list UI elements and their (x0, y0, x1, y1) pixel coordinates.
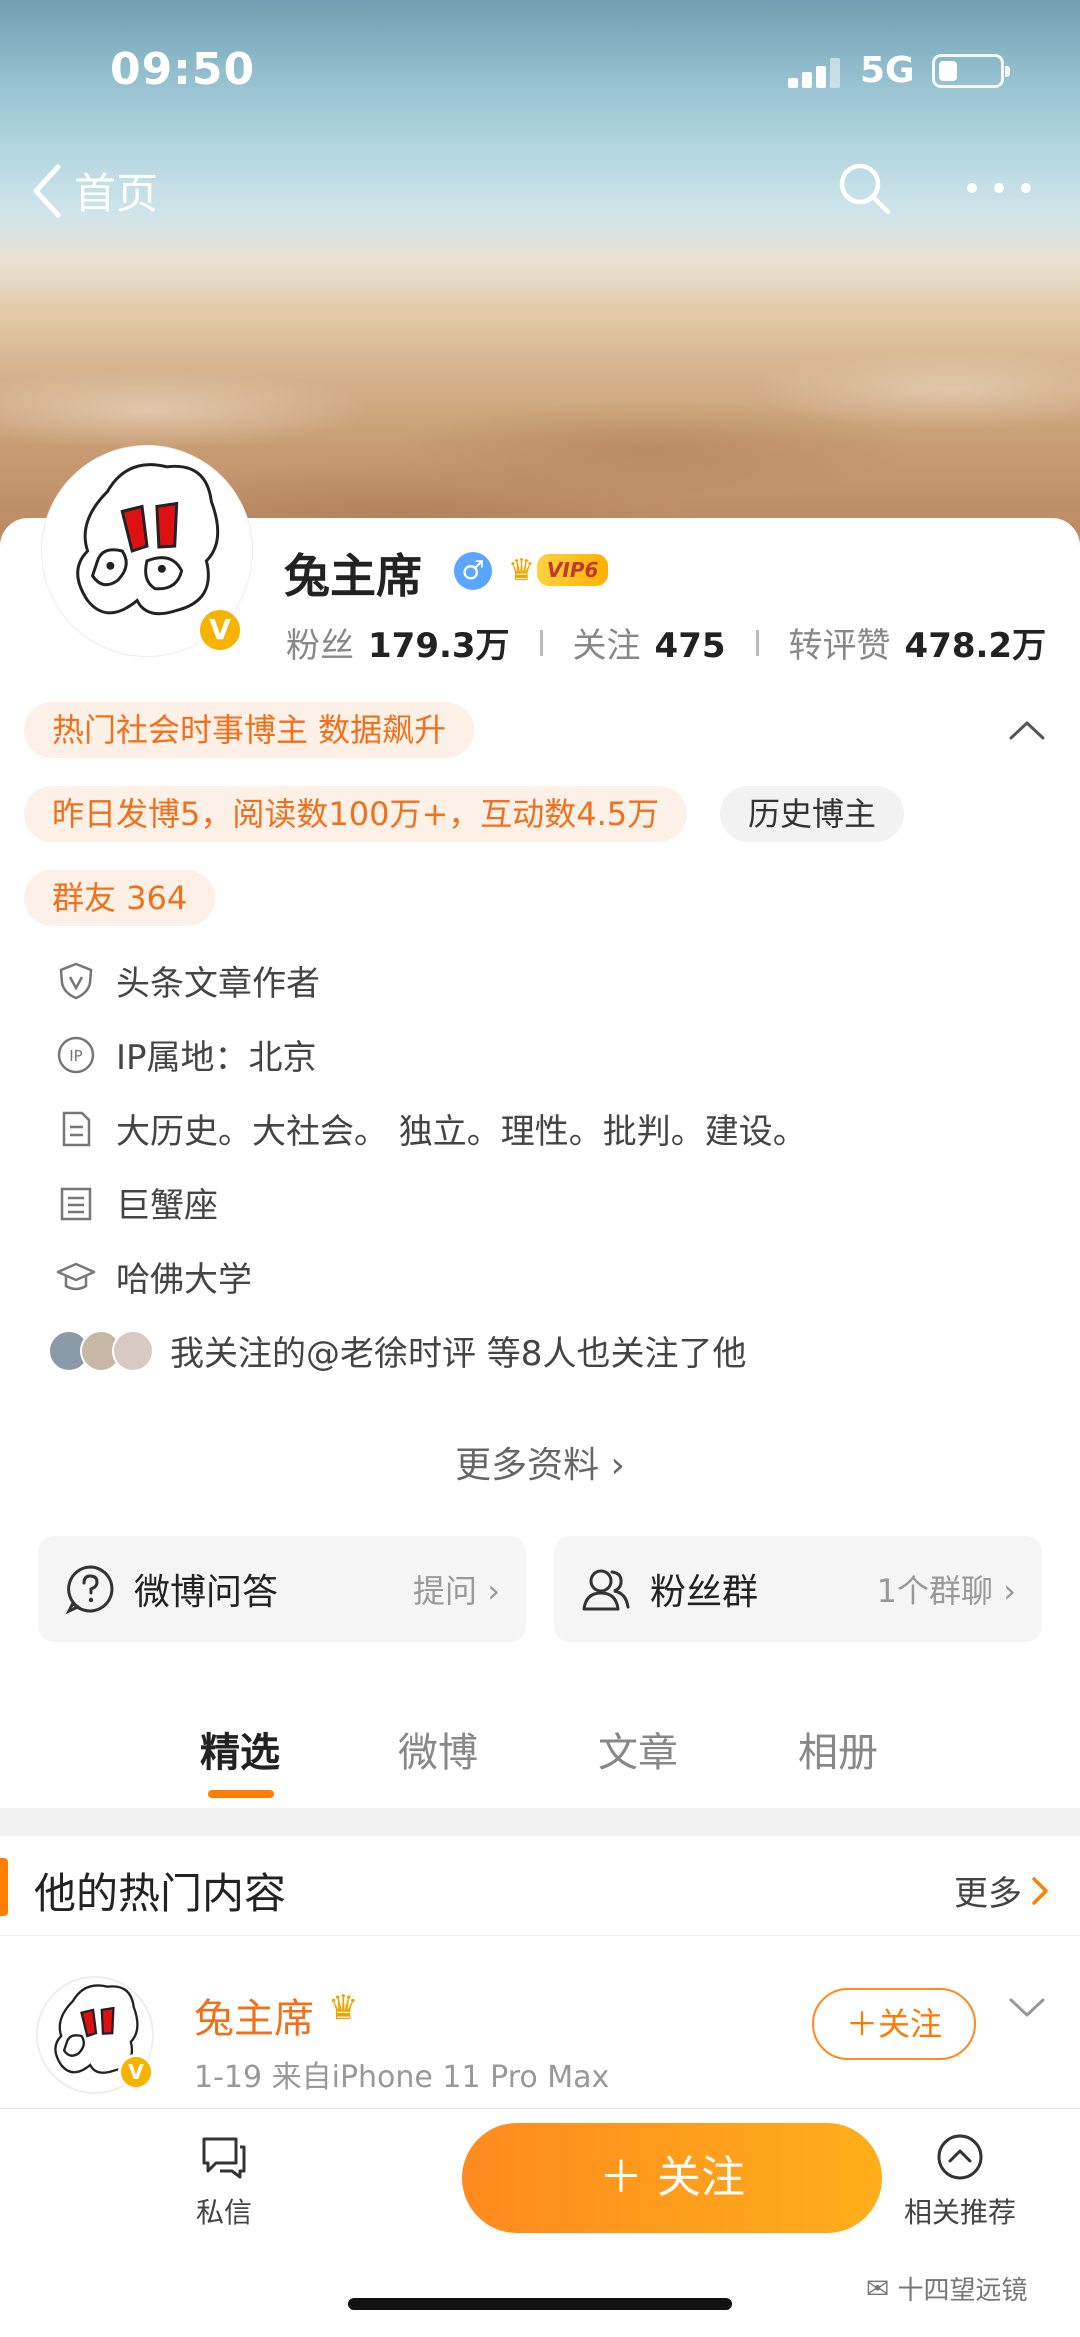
chevron-up-circle-icon (937, 2134, 983, 2180)
follow-button[interactable]: ＋关注 (812, 1988, 976, 2060)
crown-icon: ♛ (508, 552, 535, 588)
follow-label: 关注 (572, 626, 641, 666)
watermark-text: 十四望远镜 (897, 2276, 1028, 2306)
weibo-qa-button[interactable]: 微博问答 提问 › (38, 1536, 526, 1642)
post-meta: 1-19 来自iPhone 11 Pro Max (194, 2060, 610, 2095)
verified-badge: V (118, 2054, 154, 2090)
verified-badge: V (196, 606, 244, 654)
battery-icon (932, 54, 1010, 88)
accent-bar (0, 1858, 8, 1916)
info-author: 头条文章作者 (56, 956, 320, 1005)
back-label: 首页 (74, 169, 159, 218)
post-card[interactable]: V 兔主席 ♛ 1-19 来自iPhone 11 Pro Max ＋关注 (0, 1936, 1080, 2106)
ip-icon: IP (57, 1036, 95, 1073)
likes-stat[interactable]: 转评赞 478.2万 (789, 618, 1047, 667)
fans-group-button[interactable]: 粉丝群 1个群聊 › (554, 1536, 1042, 1642)
people-icon (582, 1569, 630, 1611)
hot-blogger-tag[interactable]: 热门社会时事博主 数据飙升 (24, 702, 475, 758)
hot-content-header: 他的热门内容 更多 (0, 1836, 1080, 1936)
top-nav: 首页 (0, 150, 1080, 230)
tab-featured[interactable]: 精选 (200, 1720, 280, 1778)
search-icon[interactable] (836, 160, 892, 216)
chevron-down-icon[interactable] (1008, 1996, 1046, 2020)
history-blogger-tag[interactable]: 历史博主 (720, 786, 905, 842)
more-label: 更多 (954, 1874, 1022, 1914)
likes-value: 478.2万 (904, 626, 1047, 666)
profile-stats: 粉丝 179.3万 关注 475 转评赞 478.2万 (286, 618, 1046, 667)
crown-icon: ♛ (328, 1988, 359, 2028)
tab-weibo[interactable]: 微博 (398, 1720, 478, 1778)
bio-text: 大历史。大社会。 独立。理性。批判。建设。 (116, 1112, 807, 1152)
chevron-right-icon (1032, 1876, 1048, 1905)
tab-album[interactable]: 相册 (798, 1720, 878, 1778)
document-icon (62, 1111, 91, 1146)
info-ip: IP IP属地：北京 (56, 1030, 317, 1079)
network-type: 5G (860, 50, 915, 91)
home-indicator[interactable] (348, 2298, 732, 2310)
shield-v-icon (59, 962, 93, 999)
question-icon (65, 1565, 114, 1615)
divider (0, 1808, 1080, 1836)
more-info-link[interactable]: 更多资料 › (0, 1436, 1080, 1488)
recommend-label: 相关推荐 (904, 2196, 1017, 2229)
male-icon: ♂ (454, 552, 492, 590)
divider (539, 629, 543, 656)
qa-label: 微博问答 (134, 1572, 279, 1613)
message-button[interactable]: 私信 (196, 2131, 252, 2231)
info-zodiac: 巨蟹座 (56, 1178, 218, 1227)
graduation-cap-icon (56, 1262, 96, 1290)
svg-text:IP: IP (69, 1047, 82, 1065)
signal-icon (788, 58, 844, 88)
likes-label: 转评赞 (788, 626, 891, 666)
calendar-icon (60, 1187, 92, 1220)
mutual-follow-text: 我关注的@老徐时评 等8人也关注了他 (170, 1334, 747, 1374)
fans-stat[interactable]: 粉丝 179.3万 (286, 618, 510, 667)
tab-articles[interactable]: 文章 (598, 1720, 678, 1778)
back-button[interactable]: 首页 (30, 160, 158, 221)
hot-content-more-button[interactable]: 更多 (954, 1866, 1050, 1915)
active-tab-indicator (208, 1790, 274, 1798)
chat-icon (202, 2137, 246, 2179)
follow-stat[interactable]: 关注 475 (573, 618, 726, 667)
yesterday-stats-tag[interactable]: 昨日发博5，阅读数100万+，互动数4.5万 (24, 786, 688, 842)
ip-text: IP属地：北京 (116, 1038, 317, 1078)
divider (755, 629, 759, 656)
related-recommend-button[interactable]: 相关推荐 (904, 2131, 1016, 2231)
author-text: 头条文章作者 (116, 964, 320, 1004)
follow-main-button[interactable]: ＋ 关注 (462, 2123, 882, 2233)
status-bar: 09:50 5G (0, 44, 1080, 100)
group-tag[interactable]: 群友 364 (24, 870, 216, 926)
info-school: 哈佛大学 (56, 1252, 252, 1301)
watermark: ✉ 十四望远镜 (866, 2270, 1027, 2307)
zodiac-text: 巨蟹座 (116, 1186, 218, 1226)
profile-name: 兔主席 (284, 549, 422, 603)
school-text: 哈佛大学 (116, 1260, 252, 1300)
avatar (112, 1329, 154, 1372)
chevron-left-icon (33, 164, 61, 217)
more-icon[interactable] (964, 178, 1034, 198)
qa-action: 提问 › (413, 1572, 500, 1610)
wechat-icon: ✉ (866, 2272, 890, 2305)
chevron-up-icon[interactable] (1008, 718, 1046, 742)
hot-content-title: 他的热门内容 (34, 1869, 287, 1918)
post-author[interactable]: 兔主席 (194, 1986, 314, 2044)
vip-badge[interactable]: ♛ VIP6 (508, 550, 609, 590)
fans-group-label: 粉丝群 (650, 1572, 759, 1613)
fans-group-action: 1个群聊 › (876, 1572, 1016, 1610)
follow-value: 475 (654, 626, 726, 666)
fans-value: 179.3万 (368, 626, 510, 666)
vip-level: VIP6 (536, 554, 609, 586)
profile-tabs: 精选 微博 文章 相册 (0, 1720, 1080, 1800)
info-bio: 大历史。大社会。 独立。理性。批判。建设。 (56, 1104, 807, 1153)
status-time: 09:50 (110, 44, 256, 95)
mutual-follow-row[interactable]: 我关注的@老徐时评 等8人也关注了他 (48, 1326, 746, 1375)
fans-label: 粉丝 (286, 626, 354, 666)
message-label: 私信 (196, 2196, 253, 2229)
